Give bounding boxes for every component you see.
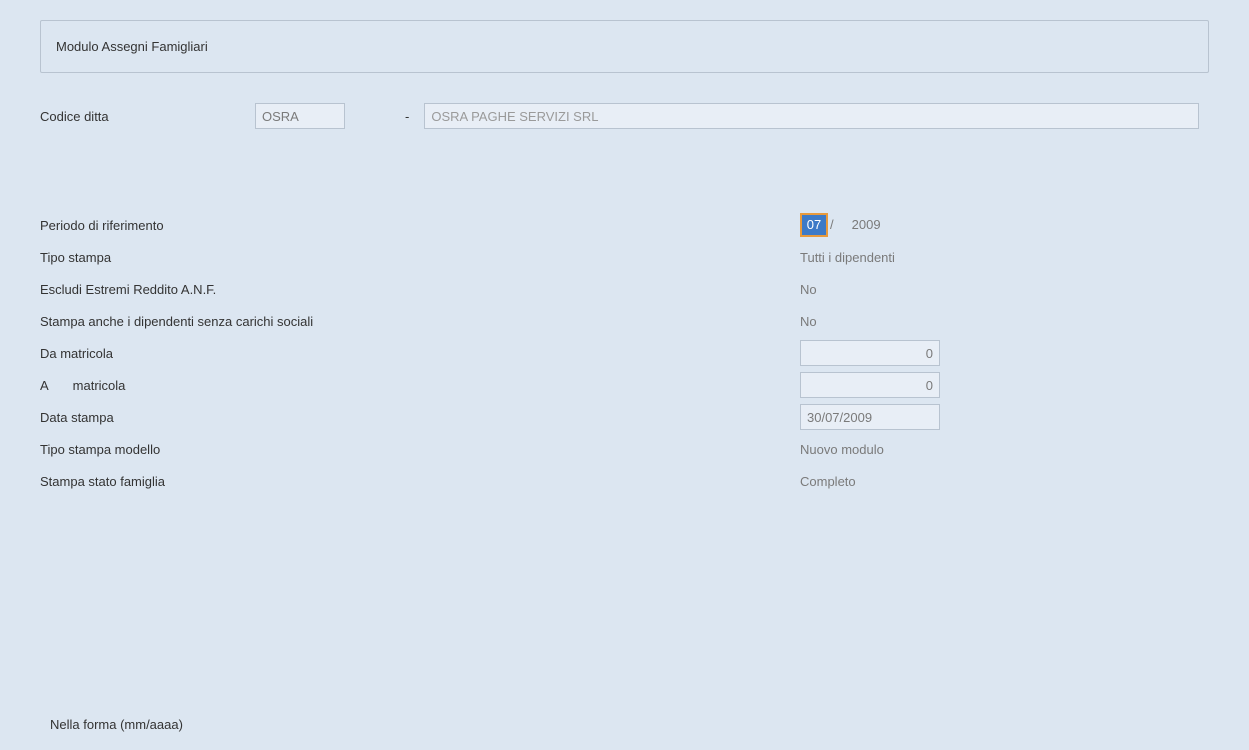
stampa-stato-famiglia-row: Stampa stato famiglia Completo bbox=[40, 465, 1209, 497]
periodo-year: 2009 bbox=[852, 217, 881, 232]
company-code-input[interactable] bbox=[255, 103, 345, 129]
stampa-stato-famiglia-label: Stampa stato famiglia bbox=[40, 474, 800, 489]
data-stampa-label: Data stampa bbox=[40, 410, 800, 425]
stampa-senza-carichi-label: Stampa anche i dipendenti senza carichi … bbox=[40, 314, 800, 329]
periodo-value: 07/ 2009 bbox=[800, 213, 881, 237]
data-stampa-input[interactable] bbox=[800, 404, 940, 430]
tipo-stampa-label: Tipo stampa bbox=[40, 250, 800, 265]
company-name-input[interactable] bbox=[424, 103, 1199, 129]
format-hint: Nella forma (mm/aaaa) bbox=[50, 717, 183, 732]
tipo-stampa-value[interactable]: Tutti i dipendenti bbox=[800, 250, 895, 265]
stampa-stato-famiglia-value[interactable]: Completo bbox=[800, 474, 856, 489]
periodo-month-input[interactable]: 07 bbox=[800, 213, 828, 237]
stampa-senza-carichi-row: Stampa anche i dipendenti senza carichi … bbox=[40, 305, 1209, 337]
page-title: Modulo Assegni Famigliari bbox=[56, 39, 208, 54]
a-matricola-row: Amatricola bbox=[40, 369, 1209, 401]
escludi-estremi-row: Escludi Estremi Reddito A.N.F. No bbox=[40, 273, 1209, 305]
a-matricola-prefix: A bbox=[40, 378, 49, 393]
data-stampa-row: Data stampa bbox=[40, 401, 1209, 433]
tipo-stampa-modello-row: Tipo stampa modello Nuovo modulo bbox=[40, 433, 1209, 465]
da-matricola-input[interactable] bbox=[800, 340, 940, 366]
escludi-estremi-value[interactable]: No bbox=[800, 282, 817, 297]
periodo-row: Periodo di riferimento 07/ 2009 bbox=[40, 209, 1209, 241]
title-panel: Modulo Assegni Famigliari bbox=[40, 20, 1209, 73]
da-matricola-label: Da matricola bbox=[40, 346, 800, 361]
escludi-estremi-label: Escludi Estremi Reddito A.N.F. bbox=[40, 282, 800, 297]
a-matricola-label: Amatricola bbox=[40, 378, 800, 393]
da-matricola-row: Da matricola bbox=[40, 337, 1209, 369]
stampa-senza-carichi-value[interactable]: No bbox=[800, 314, 817, 329]
periodo-label: Periodo di riferimento bbox=[40, 218, 800, 233]
company-row: Codice ditta - bbox=[40, 103, 1209, 129]
periodo-slash: / bbox=[830, 217, 834, 232]
tipo-stampa-modello-label: Tipo stampa modello bbox=[40, 442, 800, 457]
tipo-stampa-row: Tipo stampa Tutti i dipendenti bbox=[40, 241, 1209, 273]
company-separator: - bbox=[405, 109, 409, 124]
tipo-stampa-modello-value[interactable]: Nuovo modulo bbox=[800, 442, 884, 457]
a-matricola-input[interactable] bbox=[800, 372, 940, 398]
a-matricola-suffix: matricola bbox=[73, 378, 126, 393]
company-code-label: Codice ditta bbox=[40, 109, 255, 124]
